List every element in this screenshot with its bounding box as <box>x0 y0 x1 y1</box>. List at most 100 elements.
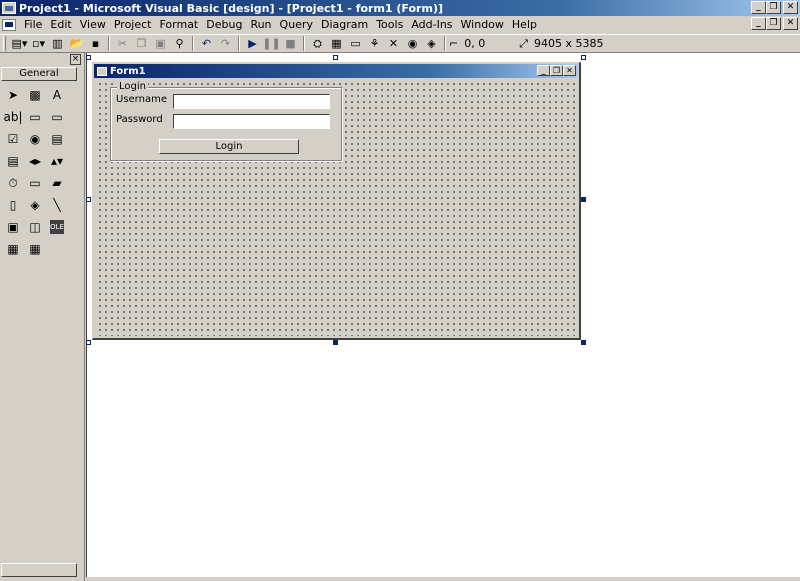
copy-icon[interactable]: ❐ <box>132 35 151 52</box>
line-icon[interactable]: ╲ <box>46 194 68 216</box>
menu-window[interactable]: Window <box>457 17 508 32</box>
image-icon[interactable]: ▣ <box>2 216 24 238</box>
mdi-close-button[interactable]: ✕ <box>783 17 798 30</box>
menu-query[interactable]: Query <box>276 17 317 32</box>
mdi-minimize-button[interactable]: _ <box>751 17 766 30</box>
position-icon: ⌐ <box>449 37 459 50</box>
vb-app-icon[interactable] <box>2 2 16 14</box>
toolbox-close-button[interactable]: × <box>70 54 81 65</box>
toolbar-separator <box>192 36 194 51</box>
break-icon[interactable]: ❚❚ <box>262 35 281 52</box>
form-layout-icon[interactable]: ▭ <box>346 35 365 52</box>
login-button[interactable]: Login <box>159 139 299 154</box>
timer-icon[interactable]: ⏱ <box>2 172 24 194</box>
project-explorer-icon[interactable]: ⛭ <box>308 35 327 52</box>
start-icon[interactable]: ▶ <box>243 35 262 52</box>
toolbox-icon[interactable]: ✕ <box>384 35 403 52</box>
form1-canvas[interactable]: Login Username Password Login <box>96 80 577 336</box>
filelistbox-icon[interactable]: ▯ <box>2 194 24 216</box>
toolbox-tab-general[interactable]: General <box>1 67 77 81</box>
size-readout: 9405 x 5385 <box>534 37 604 50</box>
password-label[interactable]: Password <box>116 114 163 125</box>
properties-window-icon[interactable]: ▦ <box>327 35 346 52</box>
form-maximize-button[interactable]: ❐ <box>550 65 563 76</box>
cut-icon[interactable]: ✂ <box>113 35 132 52</box>
paste-icon[interactable]: ▣ <box>151 35 170 52</box>
menu-run[interactable]: Run <box>246 17 275 32</box>
find-icon[interactable]: ⚲ <box>170 35 189 52</box>
picturebox-icon[interactable]: ▩ <box>24 84 46 106</box>
menu-file[interactable]: File <box>20 17 46 32</box>
resize-handle-top-left[interactable] <box>86 55 91 60</box>
listbox-icon[interactable]: ▤ <box>2 150 24 172</box>
menu-format[interactable]: Format <box>155 17 202 32</box>
menu-diagram[interactable]: Diagram <box>317 17 372 32</box>
vscrollbar-icon[interactable]: ▴▾ <box>46 150 68 172</box>
toolbox-bottom-tab[interactable] <box>1 563 77 577</box>
resize-handle-left[interactable] <box>86 197 91 202</box>
form1-caption-buttons: _ ❐ ✕ <box>537 65 576 76</box>
data-icon[interactable]: ◫ <box>24 216 46 238</box>
menu-project[interactable]: Project <box>110 17 156 32</box>
drivelistbox-icon[interactable]: ▭ <box>24 172 46 194</box>
form-minimize-button[interactable]: _ <box>537 65 550 76</box>
mdi-form-icon[interactable] <box>2 18 16 31</box>
username-textbox[interactable] <box>173 94 330 109</box>
textbox-icon[interactable]: ab| <box>2 106 24 128</box>
toolbar-grip[interactable] <box>3 36 6 51</box>
object-browser-icon[interactable]: ⚘ <box>365 35 384 52</box>
end-icon[interactable]: ■ <box>281 35 300 52</box>
commandbutton-icon[interactable]: ▭ <box>46 106 68 128</box>
shape-icon[interactable]: ◈ <box>24 194 46 216</box>
hscrollbar-icon[interactable]: ◂▸ <box>24 150 46 172</box>
restore-button[interactable]: ❐ <box>766 1 781 14</box>
dirlistbox-icon[interactable]: ▰ <box>46 172 68 194</box>
frame-icon[interactable]: ▭ <box>24 106 46 128</box>
resize-handle-bottom-right[interactable] <box>581 340 586 345</box>
adodc-icon[interactable]: ▦ <box>2 238 24 260</box>
optionbutton-icon[interactable]: ◉ <box>24 128 46 150</box>
resize-handle-bottom[interactable] <box>333 340 338 345</box>
mdi-restore-button[interactable]: ❐ <box>766 17 781 30</box>
close-button[interactable]: ✕ <box>783 1 798 14</box>
form-close-button[interactable]: ✕ <box>563 65 576 76</box>
form-icon <box>97 66 107 76</box>
open-project-icon[interactable]: 📂 <box>67 35 86 52</box>
menu-edit[interactable]: Edit <box>46 17 75 32</box>
combobox-icon[interactable]: ▤ <box>46 128 68 150</box>
pointer-icon[interactable]: ➤ <box>2 84 24 106</box>
datagrid-icon[interactable]: ▦ <box>24 238 46 260</box>
window-title: Project1 - Microsoft Visual Basic [desig… <box>19 1 443 15</box>
menu-editor-icon[interactable]: ▥ <box>48 35 67 52</box>
resize-handle-bottom-left[interactable] <box>86 340 91 345</box>
checkbox-icon[interactable]: ☑ <box>2 128 24 150</box>
form1-titlebar[interactable]: Form1 _ ❐ ✕ <box>94 64 578 78</box>
form1-window[interactable]: Form1 _ ❐ ✕ Login Username Password Logi… <box>92 62 581 340</box>
save-project-icon[interactable]: ▪ <box>86 35 105 52</box>
menu-add-ins[interactable]: Add-Ins <box>407 17 456 32</box>
form1-title: Form1 <box>110 65 146 77</box>
login-frame[interactable]: Login Username Password Login <box>110 81 342 161</box>
undo-icon[interactable]: ↶ <box>197 35 216 52</box>
add-project-icon[interactable]: ▤▾ <box>10 35 29 52</box>
minimize-button[interactable]: _ <box>751 1 766 14</box>
menu-debug[interactable]: Debug <box>202 17 246 32</box>
menu-view[interactable]: View <box>76 17 110 32</box>
add-form-icon[interactable]: ▫▾ <box>29 35 48 52</box>
window-caption-buttons: _ ❐ ✕ <box>751 1 798 14</box>
username-label[interactable]: Username <box>116 94 167 105</box>
resize-handle-top-right[interactable] <box>581 55 586 60</box>
main-titlebar: Project1 - Microsoft Visual Basic [desig… <box>0 0 800 16</box>
resize-handle-right[interactable] <box>581 197 586 202</box>
component-manager-icon[interactable]: ◈ <box>422 35 441 52</box>
resize-handle-top[interactable] <box>333 55 338 60</box>
ole-icon[interactable]: OLE <box>50 220 64 234</box>
label-icon[interactable]: A <box>46 84 68 106</box>
position-readout: 0, 0 <box>464 37 486 50</box>
menu-help[interactable]: Help <box>508 17 541 32</box>
redo-icon[interactable]: ↷ <box>216 35 235 52</box>
menu-tools[interactable]: Tools <box>372 17 407 32</box>
login-frame-caption: Login <box>117 81 148 92</box>
password-textbox[interactable] <box>173 114 330 129</box>
data-view-icon[interactable]: ◉ <box>403 35 422 52</box>
